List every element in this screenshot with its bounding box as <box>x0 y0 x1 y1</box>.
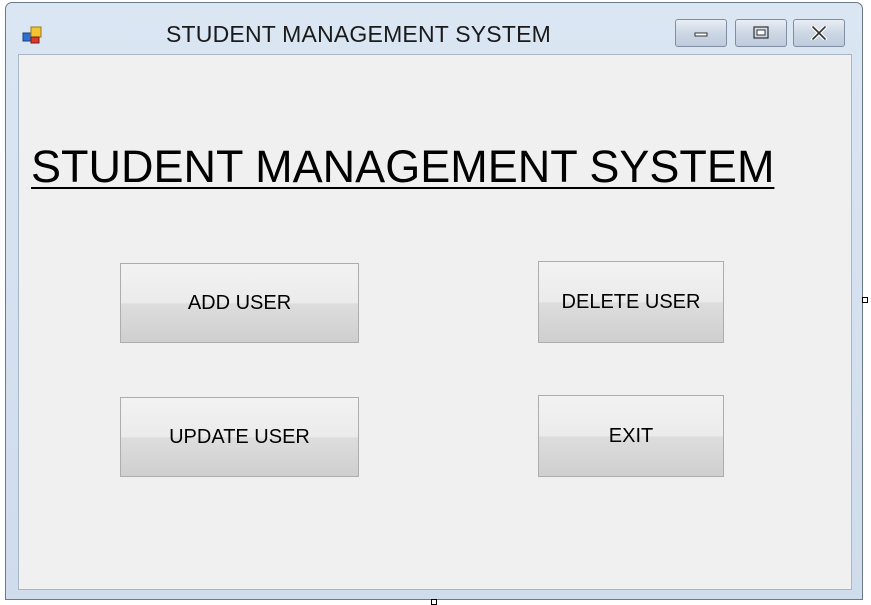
resize-handle-right[interactable] <box>862 297 868 303</box>
close-icon <box>811 26 827 40</box>
resize-handle-bottom[interactable] <box>431 599 437 605</box>
form-window: STUDENT MANAGEMENT SYSTEM STUDENT MANAGE… <box>5 2 863 600</box>
minimize-icon <box>694 32 708 37</box>
designer-surface: STUDENT MANAGEMENT SYSTEM STUDENT MANAGE… <box>0 0 871 605</box>
minimize-button[interactable] <box>675 19 727 47</box>
page-title: STUDENT MANAGEMENT SYSTEM <box>31 141 775 192</box>
delete-user-button[interactable]: DELETE USER <box>538 261 724 343</box>
form-client-area: STUDENT MANAGEMENT SYSTEM ADD USER DELET… <box>18 54 852 590</box>
maximize-button[interactable] <box>735 19 787 47</box>
exit-button[interactable]: EXIT <box>538 395 724 477</box>
title-bar[interactable]: STUDENT MANAGEMENT SYSTEM <box>6 3 862 55</box>
update-user-button[interactable]: UPDATE USER <box>120 397 359 477</box>
app-form-icon <box>22 26 42 44</box>
add-user-button[interactable]: ADD USER <box>120 263 359 343</box>
maximize-icon <box>753 26 769 39</box>
close-button[interactable] <box>793 19 845 47</box>
window-title: STUDENT MANAGEMENT SYSTEM <box>166 21 551 47</box>
